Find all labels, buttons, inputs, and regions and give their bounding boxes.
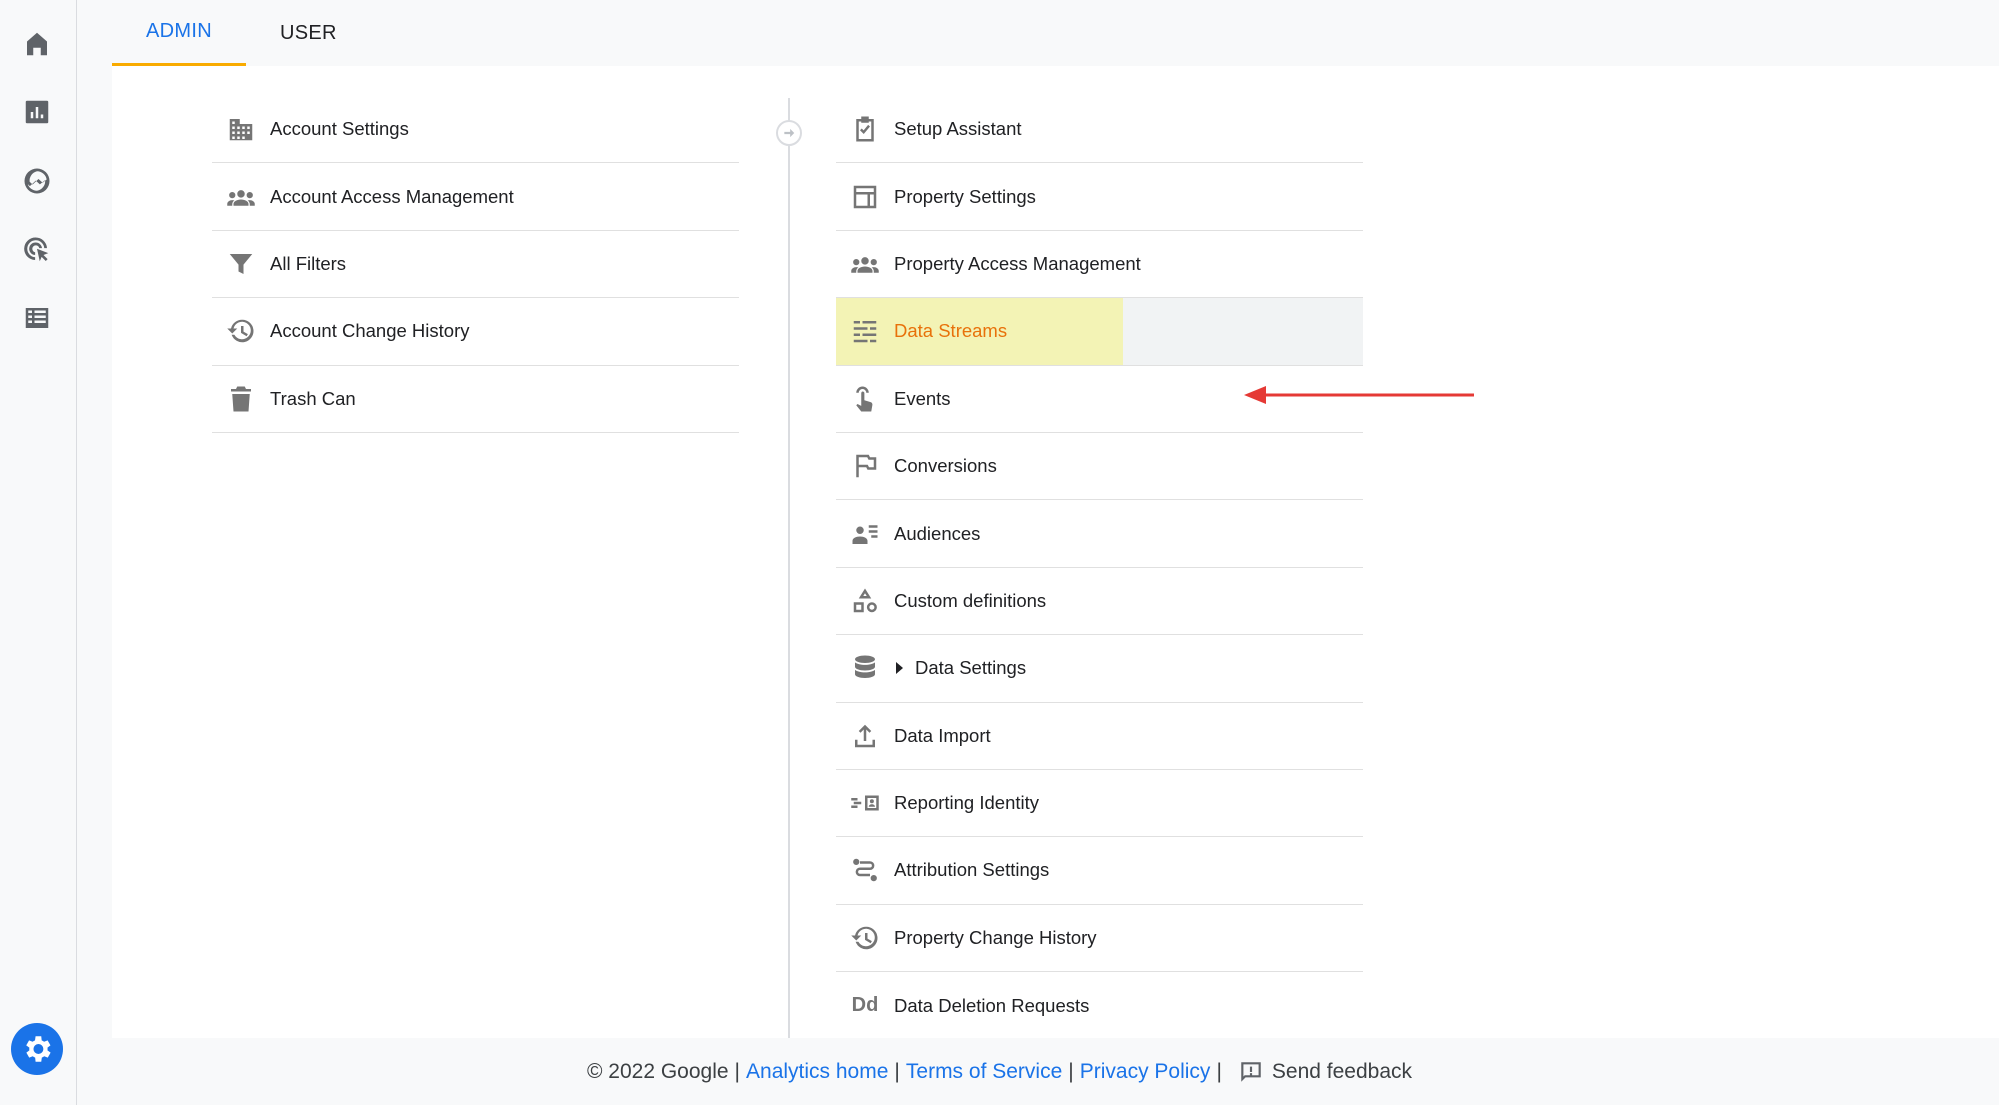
expand-caret-icon[interactable] (896, 662, 903, 675)
data-import-item[interactable]: Data Import (836, 703, 1363, 770)
identity-icon (836, 788, 894, 818)
home-icon[interactable] (20, 27, 54, 61)
data-settings-item[interactable]: Data Settings (836, 635, 1363, 703)
tab-bar: ADMIN USER (112, 0, 371, 66)
arrow-right-icon (784, 128, 795, 138)
flag-icon (836, 451, 894, 481)
filter-icon (212, 249, 270, 279)
footer-separator: | (894, 1059, 900, 1083)
data-streams-item[interactable]: Data Streams (836, 298, 1363, 366)
setup-assistant-item[interactable]: Setup Assistant (836, 96, 1363, 164)
account-menu: Account Settings Account Access Manageme… (212, 96, 739, 433)
property-menu: Setup Assistant Property Settings Proper… (836, 96, 1363, 1039)
left-nav-rail (0, 0, 77, 1105)
path-icon (836, 855, 894, 885)
trash-can-item[interactable]: Trash Can (212, 366, 739, 433)
property-access-management-item[interactable]: Property Access Management (836, 231, 1363, 299)
item-label: Data Deletion Requests (894, 994, 1090, 1016)
upload-icon (836, 721, 894, 751)
admin-panel: Account Settings Account Access Manageme… (112, 66, 1999, 1038)
feedback-icon (1241, 1061, 1261, 1082)
explore-icon[interactable] (20, 164, 54, 198)
account-settings-item[interactable]: Account Settings (212, 96, 739, 164)
history-icon (212, 316, 270, 346)
touch-icon (836, 384, 894, 414)
copyright-text: © 2022 Google (586, 1059, 729, 1083)
trash-icon (212, 384, 270, 414)
item-label: Conversions (894, 455, 997, 477)
property-change-history-item[interactable]: Property Change History (836, 905, 1363, 973)
item-label: Custom definitions (894, 589, 1047, 611)
shapes-icon (836, 586, 894, 616)
item-label: Property Change History (894, 926, 1097, 948)
list-icon[interactable] (20, 301, 54, 335)
column-divider (788, 98, 790, 1038)
audiences-item[interactable]: Audiences (836, 500, 1363, 568)
item-label: Account Change History (270, 320, 470, 342)
footer-separator: | (734, 1059, 741, 1083)
custom-definitions-item[interactable]: Custom definitions (836, 568, 1363, 636)
send-feedback-button[interactable]: Send feedback (1238, 1059, 1412, 1085)
item-label: Data Streams (894, 320, 1008, 342)
footer-separator: | (1068, 1059, 1074, 1083)
advertising-icon[interactable] (20, 233, 54, 267)
analytics-home-link[interactable]: Analytics home (746, 1060, 888, 1084)
item-label: Audiences (894, 522, 981, 544)
item-label: Account Access Management (270, 185, 514, 207)
item-label: Reporting Identity (894, 792, 1040, 814)
footer-separator: | (1216, 1059, 1222, 1083)
tab-admin[interactable]: ADMIN (112, 0, 246, 66)
tab-user[interactable]: USER (246, 0, 371, 66)
history-icon (836, 923, 894, 953)
people-icon (836, 249, 894, 279)
attribution-settings-item[interactable]: Attribution Settings (836, 837, 1363, 905)
checklist-icon (836, 114, 894, 144)
reports-icon[interactable] (20, 95, 54, 129)
item-label: Account Settings (270, 118, 409, 140)
terms-of-service-link[interactable]: Terms of Service (906, 1060, 1062, 1084)
database-icon (836, 653, 894, 683)
account-change-history-item[interactable]: Account Change History (212, 298, 739, 366)
hover-background (1123, 298, 1363, 365)
streams-icon (836, 316, 894, 346)
layout-icon (836, 182, 894, 212)
column-collapse-toggle[interactable] (776, 120, 802, 146)
item-label: Attribution Settings (894, 859, 1050, 881)
footer: © 2022 Google | Analytics home | Terms o… (0, 1038, 1999, 1105)
reporting-identity-item[interactable]: Reporting Identity (836, 770, 1363, 838)
item-label: Data Import (894, 724, 991, 746)
privacy-policy-link[interactable]: Privacy Policy (1080, 1060, 1211, 1084)
annotation-arrow (1244, 386, 1474, 404)
item-label: Events (894, 387, 951, 409)
all-filters-item[interactable]: All Filters (212, 231, 739, 299)
item-label: Property Access Management (894, 252, 1141, 274)
send-feedback-label: Send feedback (1271, 1059, 1413, 1083)
item-label: Setup Assistant (894, 118, 1022, 140)
people-icon (212, 182, 270, 212)
item-label: Data Settings (915, 657, 1027, 679)
item-label: Trash Can (270, 387, 356, 409)
dd-icon: Dd (851, 994, 879, 1017)
item-label: Property Settings (894, 185, 1036, 207)
data-deletion-requests-item[interactable]: Dd Data Deletion Requests (836, 972, 1363, 1039)
item-label: All Filters (270, 252, 347, 274)
audience-icon (836, 519, 894, 549)
building-icon (212, 114, 270, 144)
account-access-management-item[interactable]: Account Access Management (212, 163, 739, 231)
conversions-item[interactable]: Conversions (836, 433, 1363, 501)
property-settings-item[interactable]: Property Settings (836, 163, 1363, 231)
